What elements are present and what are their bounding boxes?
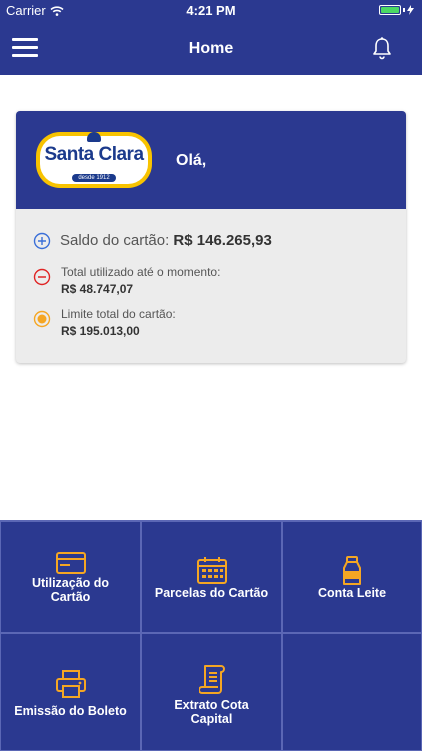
limite-value: R$ 195.013,00 [61,324,140,338]
menu-tile-parcelas-cartao[interactable]: Parcelas do Cartão [141,521,282,633]
status-time: 4:21 PM [186,3,236,18]
printer-icon [55,670,86,698]
minus-circle-icon [33,268,51,286]
card-header: Santa Clara desde 1912 Olá, [16,111,406,209]
tile-label-line1: Emissão do Boleto [14,704,127,718]
menu-tile-conta-leite[interactable]: Conta Leite [282,521,422,633]
tile-label-line1: Utilização do [31,576,110,590]
page-title: Home [188,40,234,57]
battery-icon [379,5,414,15]
limite-label: Limite total do cartão: [61,307,176,321]
tile-label-line1: Extrato Cota [174,698,249,712]
receipt-icon [198,665,225,694]
balance-card: Santa Clara desde 1912 Olá, Saldo do car… [16,111,406,363]
menu-tile-extrato-cota-capital[interactable]: Extrato Cota Capital [141,633,282,751]
utilizado-value: R$ 48.747,07 [61,282,134,296]
menu-tile-utilizacao-cartao[interactable]: Utilização do Cartão [0,521,141,633]
menu-grid: Utilização do Cartão Parcelas do Cartão … [0,520,422,751]
utilizado-label: Total utilizado até o momento: [61,265,221,279]
tile-label-line1: Conta Leite [317,586,387,600]
logo-subtitle: desde 1912 [72,174,116,182]
tile-label-line1: Parcelas do Cartão [154,586,269,600]
saldo-value: R$ 146.265,93 [173,232,272,249]
milk-bottle-icon [343,556,361,585]
menu-tile-emissao-boleto[interactable]: Emissão do Boleto [0,633,141,751]
plus-circle-icon [33,232,51,250]
saldo-label: Saldo do cartão: [60,232,170,249]
tile-label-line2: Cartão [50,590,91,604]
santa-clara-logo: Santa Clara desde 1912 [36,132,152,188]
logo-text: Santa Clara [44,144,144,165]
radio-dot-icon [33,310,51,328]
charging-icon [407,5,414,15]
tile-label-line2: Capital [190,712,233,726]
status-bar: Carrier 4:21 PM [0,0,422,22]
greeting-text: Olá, [176,152,207,169]
top-navigation-bar: Carrier 4:21 PM Home [0,0,422,75]
credit-card-icon [55,552,86,574]
calendar-icon [196,557,227,584]
bell-icon[interactable] [370,36,394,60]
menu-tile-empty [282,633,422,751]
